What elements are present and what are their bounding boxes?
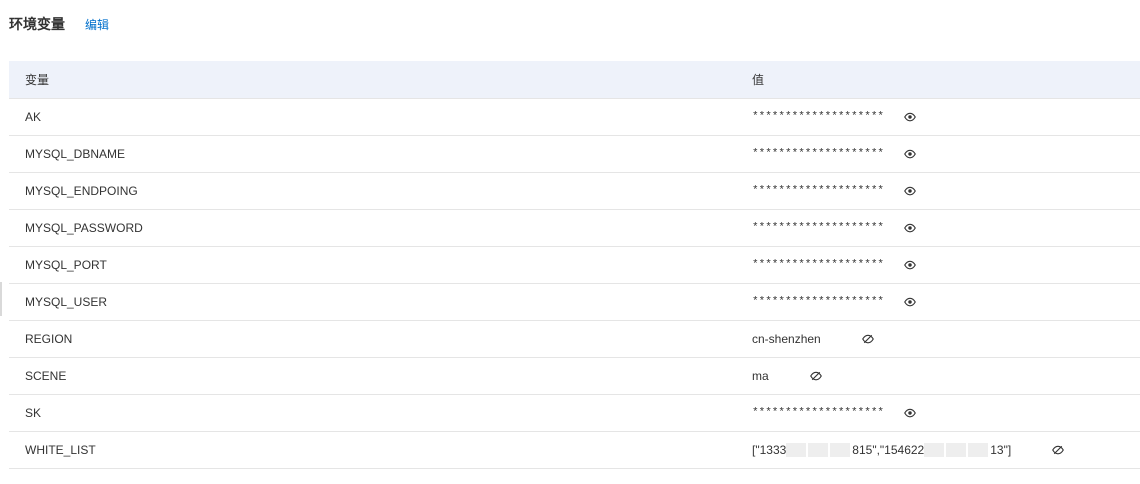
masked-value: ********************: [752, 407, 885, 419]
eye-off-icon[interactable]: [861, 332, 875, 346]
table-row: MYSQL_PORT ********************: [9, 247, 1140, 284]
variable-value-cell: ********************: [752, 295, 1140, 309]
variable-value: ["1333 815","154622 13"]: [752, 443, 1011, 457]
table-row: SK ********************: [9, 395, 1140, 432]
table-row: SCENE ma: [9, 358, 1140, 395]
value-fragment: 815","154622: [852, 443, 925, 457]
table-body: AK ******************** MYSQL_DBNAME ******…: [9, 99, 1140, 469]
variable-value-cell: ********************: [752, 184, 1140, 198]
value-fragment: 13"]: [990, 443, 1012, 457]
column-header-name: 变量: [25, 73, 50, 87]
variable-name: WHITE_LIST: [25, 443, 96, 457]
variable-name: SCENE: [25, 369, 67, 383]
eye-icon[interactable]: [903, 406, 917, 420]
env-vars-table: 变量 值 AK ******************** MYSQL_DBNAME *…: [9, 61, 1140, 469]
variable-value-cell: ma: [752, 369, 1140, 383]
eye-icon[interactable]: [903, 258, 917, 272]
redaction-block: [968, 443, 989, 457]
table-row: MYSQL_USER ********************: [9, 284, 1140, 321]
variable-value: cn-shenzhen: [752, 332, 821, 346]
variable-value-cell: ********************: [752, 406, 1140, 420]
table-row: MYSQL_PASSWORD ********************: [9, 210, 1140, 247]
variable-name: MYSQL_USER: [25, 295, 108, 309]
variable-name: SK: [25, 406, 42, 420]
masked-value: ********************: [752, 259, 885, 271]
table-row: REGION cn-shenzhen: [9, 321, 1140, 358]
eye-icon[interactable]: [903, 295, 917, 309]
variable-value-cell: ********************: [752, 221, 1140, 235]
table-row: WHITE_LIST ["1333 815","154622 13"]: [9, 432, 1140, 469]
redaction-block: [830, 443, 851, 457]
redaction-block: [924, 443, 945, 457]
variable-name: MYSQL_PORT: [25, 258, 107, 272]
eye-icon[interactable]: [903, 184, 917, 198]
column-header-value: 值: [752, 73, 765, 87]
value-fragment: ["1333: [752, 443, 787, 457]
masked-value: ********************: [752, 185, 885, 197]
eye-off-icon[interactable]: [1051, 443, 1065, 457]
section-header: 环境变量 编辑: [9, 14, 109, 34]
redaction-block: [946, 443, 967, 457]
table-row: MYSQL_DBNAME ********************: [9, 136, 1140, 173]
masked-value: ********************: [752, 222, 885, 234]
variable-value-cell: cn-shenzhen: [752, 332, 1140, 346]
eye-icon[interactable]: [903, 110, 917, 124]
variable-name: MYSQL_PASSWORD: [25, 221, 143, 235]
table-row: AK ********************: [9, 99, 1140, 136]
variable-name: REGION: [25, 332, 73, 346]
variable-name: AK: [25, 110, 42, 124]
variable-name: MYSQL_DBNAME: [25, 147, 126, 161]
variable-value-cell: ********************: [752, 258, 1140, 272]
table-row: MYSQL_ENDPOING ********************: [9, 173, 1140, 210]
redaction-block: [808, 443, 829, 457]
edit-link[interactable]: 编辑: [85, 16, 109, 33]
env-vars-page: 环境变量 编辑 变量 值 AK ******************** MYSQL…: [0, 0, 1140, 484]
masked-value: ********************: [752, 111, 885, 123]
masked-value: ********************: [752, 148, 885, 160]
eye-icon[interactable]: [903, 221, 917, 235]
variable-name: MYSQL_ENDPOING: [25, 184, 138, 198]
redaction-block: [786, 443, 807, 457]
variable-value: ma: [752, 369, 769, 383]
eye-off-icon[interactable]: [809, 369, 823, 383]
masked-value: ********************: [752, 296, 885, 308]
variable-value-cell: ********************: [752, 147, 1140, 161]
variable-value-cell: ********************: [752, 110, 1140, 124]
eye-icon[interactable]: [903, 147, 917, 161]
variable-value-cell: ["1333 815","154622 13"]: [752, 443, 1140, 457]
table-header: 变量 值: [9, 61, 1140, 99]
left-edge-handle: [0, 282, 2, 316]
section-title: 环境变量: [9, 16, 65, 32]
